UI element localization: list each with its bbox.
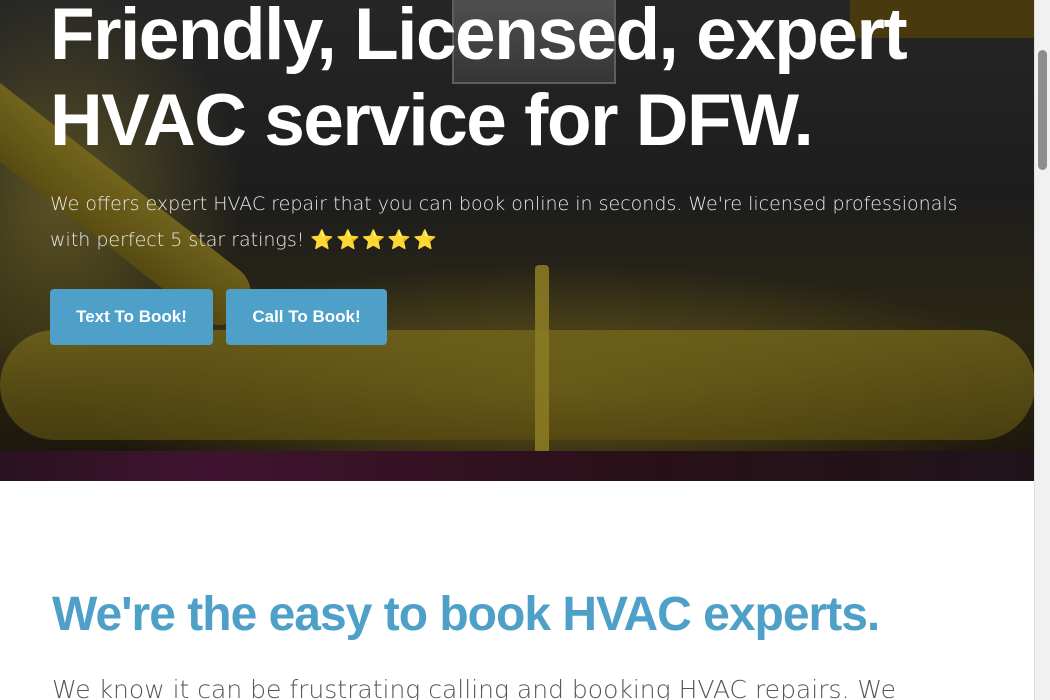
hero-background-pole — [535, 265, 549, 481]
section-body: We know it can be frustrating calling an… — [52, 675, 897, 700]
hero-section: Friendly, Licensed, expert HVAC service … — [0, 0, 1035, 481]
hero-background-floor — [0, 451, 1035, 481]
hero-background-duct — [0, 330, 1035, 440]
hero-title: Friendly, Licensed, expert HVAC service … — [50, 0, 908, 161]
text-to-book-button[interactable]: Text To Book! — [50, 289, 213, 345]
section-title: We're the easy to book HVAC experts. — [52, 588, 880, 641]
scrollbar[interactable] — [1034, 0, 1050, 700]
call-to-book-button[interactable]: Call To Book! — [226, 289, 387, 345]
scrollbar-thumb[interactable] — [1038, 50, 1047, 170]
page: Friendly, Licensed, expert HVAC service … — [0, 0, 1050, 700]
hero-subtitle: We offers expert HVAC repair that you ca… — [50, 186, 1000, 258]
star-rating-icons: ⭐⭐⭐⭐⭐ — [310, 229, 439, 251]
hero-subtitle-text: We offers expert HVAC repair that you ca… — [50, 193, 958, 251]
